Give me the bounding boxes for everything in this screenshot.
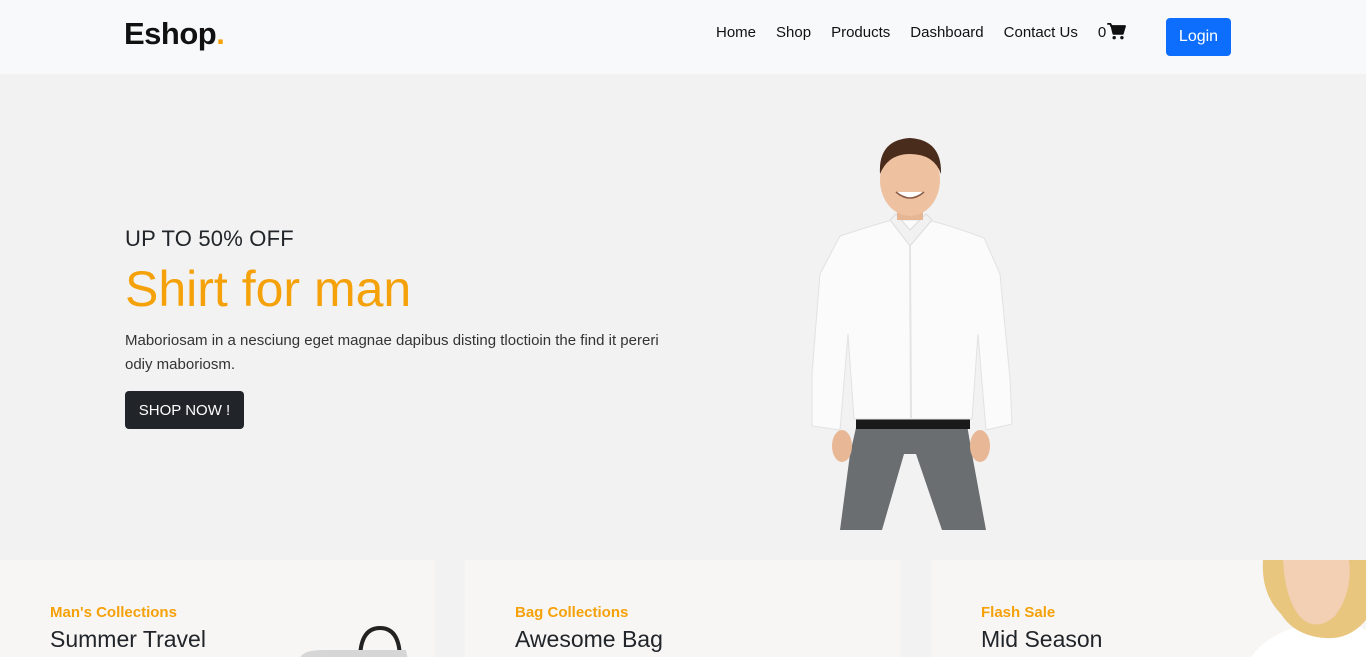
- collection-card-bag[interactable]: Bag Collections Awesome Bag: [465, 560, 901, 657]
- brand-name: Eshop: [124, 16, 217, 51]
- nav-home[interactable]: Home: [716, 24, 756, 41]
- shop-now-button[interactable]: SHOP NOW !: [125, 391, 244, 429]
- woman-image: [1251, 560, 1366, 657]
- collection-card-flash-sale[interactable]: Flash Sale Mid Season: [931, 560, 1366, 657]
- collection-category: Flash Sale: [981, 604, 1056, 621]
- hero-description: Maboriosam in a nesciung eget magnae dap…: [125, 332, 659, 373]
- navbar: Eshop. Home Shop Products Dashboard Cont…: [0, 0, 1366, 74]
- hero-model-image: [811, 138, 1013, 530]
- brand-dot: .: [216, 16, 225, 51]
- nav-menu: Home Shop Products Dashboard Contact Us …: [716, 23, 1146, 41]
- nav-products[interactable]: Products: [831, 24, 890, 41]
- cart-icon: [1107, 23, 1127, 40]
- collection-title: Awesome Bag: [515, 626, 663, 652]
- cart-count: 0: [1097, 24, 1107, 41]
- nav-dashboard[interactable]: Dashboard: [910, 24, 983, 41]
- nav-shop[interactable]: Shop: [776, 24, 811, 41]
- hero-banner: UP TO 50% OFF Shirt for man Maboriosam i…: [0, 74, 1366, 560]
- login-button[interactable]: Login: [1166, 18, 1231, 56]
- collection-card-man[interactable]: Man's Collections Summer Travel: [0, 560, 435, 657]
- hero-subtitle: UP TO 50% OFF: [125, 226, 294, 251]
- cart-link[interactable]: 0: [1097, 23, 1127, 41]
- brand-logo[interactable]: Eshop.: [124, 16, 225, 52]
- hero-title: Shirt for man: [125, 261, 412, 317]
- collection-category: Man's Collections: [50, 604, 177, 621]
- bag-image: [300, 625, 408, 657]
- nav-contact-us[interactable]: Contact Us: [1004, 24, 1078, 41]
- collection-category: Bag Collections: [515, 604, 629, 621]
- collection-title: Mid Season: [981, 626, 1103, 652]
- collection-title: Summer Travel: [50, 626, 206, 652]
